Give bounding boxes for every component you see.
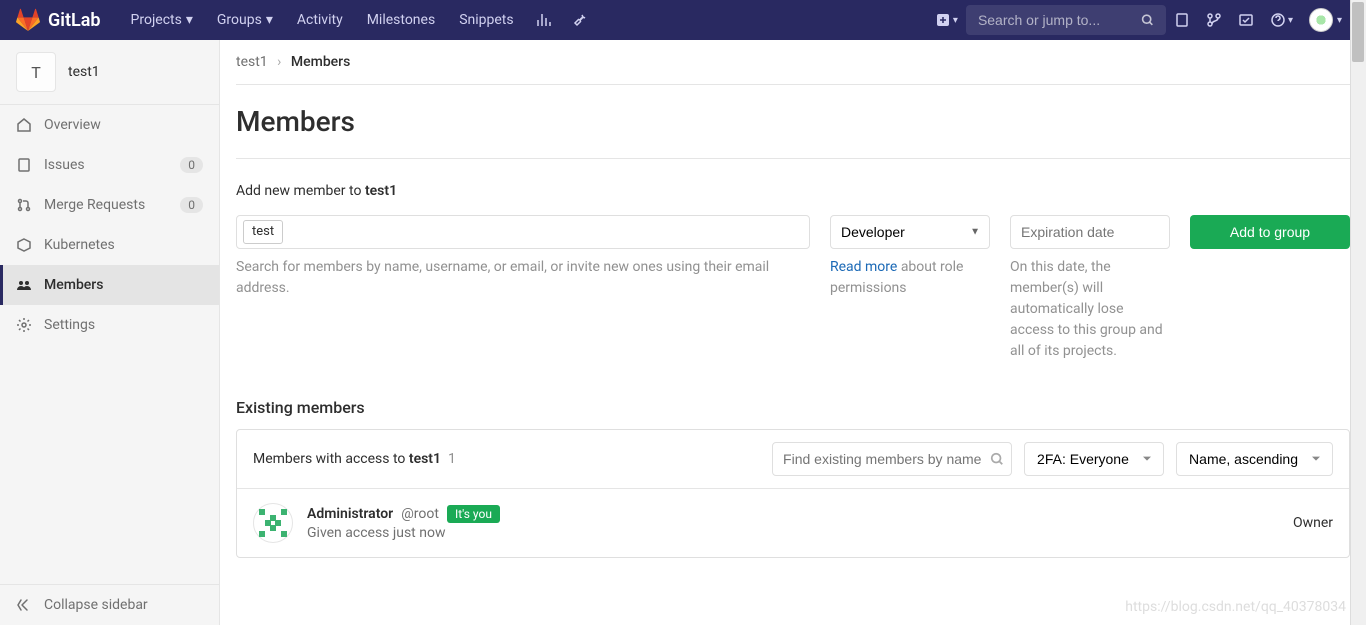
breadcrumb-current: Members (291, 54, 350, 70)
nav-snippets[interactable]: Snippets (449, 6, 523, 34)
sidebar-item-label: Merge Requests (44, 197, 145, 213)
member-access-text: Given access just now (307, 525, 500, 541)
search-input[interactable] (978, 12, 1141, 28)
issues-shortcut-icon[interactable] (1166, 6, 1198, 34)
browser-scrollbar[interactable] (1350, 0, 1366, 625)
user-avatar-icon (1309, 8, 1333, 32)
sidebar: T test1 Overview Issues 0 Merge Requests… (0, 40, 220, 625)
expiration-date-input[interactable] (1010, 215, 1170, 249)
sidebar-item-merge-requests[interactable]: Merge Requests 0 (0, 185, 219, 225)
sidebar-item-overview[interactable]: Overview (0, 105, 219, 145)
group-avatar: T (16, 52, 56, 92)
2fa-filter-dropdown[interactable]: 2FA: Everyone (1024, 442, 1164, 476)
member-username: @root (401, 506, 439, 522)
todos-icon[interactable] (1230, 6, 1262, 34)
nav-groups[interactable]: Groups▾ (207, 6, 283, 34)
breadcrumb-root[interactable]: test1 (236, 54, 268, 70)
scrollbar-thumb[interactable] (1352, 2, 1364, 62)
issues-icon (16, 157, 32, 173)
member-row: Administrator @root It's you Given acces… (237, 489, 1349, 557)
member-search-help: Search for members by name, username, or… (236, 257, 810, 299)
plus-icon[interactable]: ▾ (927, 6, 966, 34)
member-name[interactable]: Administrator (307, 506, 393, 522)
add-member-section: Add new member to test1 test Search for … (236, 159, 1350, 378)
sidebar-item-label: Overview (44, 117, 101, 133)
add-member-label: Add new member to test1 (236, 183, 1350, 199)
top-navbar: GitLab Projects▾ Groups▾ Activity Milest… (0, 0, 1366, 40)
sidebar-item-label: Settings (44, 317, 95, 333)
nav-projects[interactable]: Projects▾ (121, 6, 203, 34)
nav-menu: Projects▾ Groups▾ Activity Milestones Sn… (121, 6, 596, 34)
kubernetes-icon (16, 237, 32, 253)
search-icon (1141, 13, 1154, 27)
sidebar-item-label: Members (44, 277, 103, 293)
gitlab-logo[interactable]: GitLab (16, 8, 101, 32)
sidebar-item-members[interactable]: Members (0, 265, 219, 305)
chevron-down-icon: ▾ (186, 12, 193, 28)
read-more-link[interactable]: Read more (830, 259, 897, 275)
role-select[interactable]: Developer (830, 215, 990, 249)
sidebar-item-label: Kubernetes (44, 237, 115, 253)
global-search[interactable] (966, 5, 1166, 35)
merge-icon (16, 197, 32, 213)
breadcrumb: test1 › Members (236, 40, 1350, 85)
main-content: test1 › Members Members Add new member t… (220, 40, 1366, 625)
mr-count-badge: 0 (180, 197, 203, 213)
chevron-right-icon: › (277, 54, 281, 70)
its-you-badge: It's you (447, 505, 500, 523)
sidebar-group-header[interactable]: T test1 (0, 40, 219, 105)
members-icon (16, 277, 32, 293)
search-icon[interactable] (990, 452, 1004, 466)
gear-icon (16, 317, 32, 333)
date-help: On this date, the member(s) will automat… (1010, 257, 1170, 362)
issues-count-badge: 0 (180, 157, 203, 173)
sidebar-item-issues[interactable]: Issues 0 (0, 145, 219, 185)
collapse-label: Collapse sidebar (44, 597, 148, 613)
nav-activity[interactable]: Activity (287, 6, 353, 34)
role-help: Read more about role permissions (830, 257, 990, 299)
wrench-icon[interactable] (564, 6, 596, 34)
member-avatar (253, 503, 293, 543)
member-search-input[interactable]: test (236, 215, 810, 249)
chevron-down-icon: ▾ (1288, 15, 1293, 26)
user-menu[interactable]: ▾ (1301, 2, 1350, 38)
members-count-label: Members with access to test1 1 (253, 451, 760, 467)
sort-dropdown[interactable]: Name, ascending (1176, 442, 1333, 476)
add-to-group-button[interactable]: Add to group (1190, 215, 1350, 249)
sidebar-item-settings[interactable]: Settings (0, 305, 219, 345)
merge-shortcut-icon[interactable] (1198, 6, 1230, 34)
collapse-icon (16, 597, 32, 613)
chevron-down-icon: ▾ (266, 12, 273, 28)
find-members-input[interactable] (772, 442, 1012, 476)
chevron-down-icon: ▾ (1337, 15, 1342, 26)
member-role: Owner (1293, 515, 1333, 531)
identicon-icon (255, 505, 291, 541)
members-toolbar: Members with access to test1 1 2FA: Ever… (237, 430, 1349, 489)
member-chip[interactable]: test (243, 220, 283, 244)
nav-milestones[interactable]: Milestones (357, 6, 446, 34)
chevron-down-icon: ▾ (953, 15, 958, 26)
sidebar-item-label: Issues (44, 157, 85, 173)
home-icon (16, 117, 32, 133)
members-panel: Members with access to test1 1 2FA: Ever… (236, 429, 1350, 558)
chart-icon[interactable] (528, 6, 560, 34)
collapse-sidebar[interactable]: Collapse sidebar (0, 584, 219, 625)
group-name: test1 (68, 64, 100, 80)
gitlab-icon (16, 8, 40, 32)
help-icon[interactable]: ▾ (1262, 6, 1301, 34)
sidebar-item-kubernetes[interactable]: Kubernetes (0, 225, 219, 265)
page-title: Members (236, 85, 1350, 159)
existing-members-heading: Existing members (236, 398, 1350, 417)
brand-text: GitLab (48, 10, 101, 31)
